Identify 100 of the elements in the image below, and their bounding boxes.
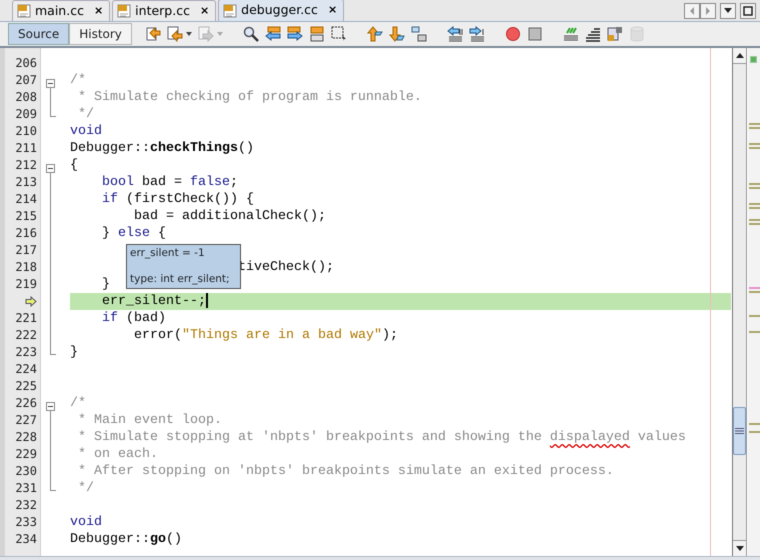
source-file-icon [223, 4, 238, 18]
rectangle-selection-icon [330, 26, 347, 42]
line-number: 224 [15, 362, 37, 376]
line-number: 223 [15, 345, 37, 359]
line-number: 229 [15, 447, 37, 461]
code-line: } else { [100, 226, 166, 241]
view-toggle-button[interactable]: History [69, 23, 132, 45]
line-number: 227 [15, 413, 37, 427]
fold-end-line [50, 480, 56, 491]
code-line: * Simulate checking of program is runnable. [76, 90, 422, 105]
line-number: 222 [15, 328, 37, 342]
view-toggle-button[interactable]: Source [8, 23, 70, 45]
line-number: 207 [15, 73, 37, 87]
shift-left-icon [446, 26, 463, 42]
scroll-down-button[interactable] [733, 540, 746, 556]
code-line: { [70, 158, 78, 173]
line-number: 206 [15, 56, 37, 70]
close-icon[interactable]: × [328, 2, 338, 19]
line-number: 233 [15, 515, 37, 529]
close-icon[interactable]: × [94, 2, 104, 20]
code-line: if (bad) [100, 311, 166, 326]
comment-lines-icon [562, 26, 579, 42]
caret-icon [186, 32, 192, 36]
right-arrow-icon [286, 26, 303, 42]
line-number: 230 [15, 464, 37, 478]
database-icon [628, 26, 645, 42]
header-source-switch-icon [606, 26, 623, 42]
code-line: Debugger::go() [70, 532, 182, 547]
scroll-up-button[interactable] [733, 48, 746, 64]
document-list-button[interactable] [720, 2, 736, 18]
code-line: } [70, 345, 78, 360]
line-number: 234 [15, 532, 37, 546]
fold-end-line [50, 344, 56, 355]
search-icon [242, 26, 259, 42]
caret-icon [724, 8, 732, 13]
record-icon [504, 26, 521, 42]
file-tab[interactable]: interp.cc × [112, 0, 216, 21]
code-line: bool bad = false; [100, 175, 238, 190]
next-edit-icon [198, 26, 214, 42]
previous-edit-icon [166, 26, 183, 42]
line-number: 228 [15, 430, 37, 444]
fold-toggle-icon[interactable] [45, 76, 56, 94]
line-number: 212 [15, 158, 37, 172]
code-line: * Simulate stopping at 'nbpts' breakpoints and showing the dispalayed values [76, 430, 686, 445]
line-number: 210 [15, 124, 37, 138]
line-number: 209 [15, 107, 37, 121]
fold-end-line [50, 106, 56, 117]
file-tab[interactable]: main.cc × [12, 0, 110, 21]
fold-toggle-icon[interactable] [45, 399, 56, 416]
maximize-button[interactable] [740, 2, 756, 18]
code-line: error("Things are in a bad way"); [132, 328, 398, 343]
line-number: 231 [15, 481, 37, 495]
scrollbar-thumb[interactable] [733, 407, 746, 455]
code-line: * After stopping on 'nbpts' breakpoints simulate an exited process. [76, 464, 614, 479]
code-line: * Main event loop. [76, 413, 222, 428]
code-line: void [70, 515, 102, 530]
tooltip-value: err_silent = -1 [130, 247, 206, 260]
line-number: 218 [15, 260, 37, 274]
code-line: Debugger::checkThings() [70, 141, 254, 156]
current-code-line: err_silent--; [100, 294, 206, 310]
line-number: 217 [15, 243, 37, 257]
left-arrow-icon [264, 26, 281, 42]
code-line: */ [76, 481, 94, 496]
code-line: void [70, 124, 102, 139]
code-line: if (firstCheck()) { [100, 192, 254, 207]
grip-icon [735, 428, 744, 434]
fold-toggle-icon[interactable] [45, 161, 56, 178]
line-number: 219 [15, 277, 37, 291]
line-number: 211 [15, 141, 37, 155]
line-number: 226 [15, 396, 37, 410]
down-arrow-icon [388, 26, 405, 42]
code-line: */ [76, 107, 94, 122]
right-triangle-icon [706, 6, 710, 14]
stop-icon [526, 26, 543, 42]
left-triangle-icon [690, 6, 694, 14]
code-line: /* [70, 396, 86, 411]
file-tab[interactable]: debugger.cc × [218, 0, 344, 21]
caret-icon [216, 32, 223, 36]
line-number: 208 [15, 90, 37, 104]
up-triangle-icon [736, 53, 744, 58]
code-line: /* [70, 73, 86, 88]
line-number: 216 [15, 226, 37, 240]
code-line: bad = additionalCheck(); [132, 209, 326, 224]
line-number: 232 [15, 498, 37, 512]
down-triangle-icon [736, 546, 744, 551]
code-line: } [100, 277, 110, 292]
code-line: * on each. [76, 447, 158, 462]
code-line: tiveCheck(); [236, 260, 334, 275]
line-number: 225 [15, 379, 37, 393]
close-icon[interactable]: × [200, 2, 210, 20]
text-cursor [206, 293, 208, 308]
bookmark-shapes-icon [410, 26, 427, 42]
scroll-left-button[interactable] [684, 2, 700, 18]
line-number: 221 [15, 311, 37, 325]
lines-icon [584, 26, 601, 42]
highlight-icon [308, 26, 325, 42]
vertical-scrollbar[interactable] [732, 48, 747, 556]
up-arrow-icon [366, 26, 383, 42]
maximize-icon [743, 6, 753, 16]
line-number: 213 [15, 175, 37, 189]
